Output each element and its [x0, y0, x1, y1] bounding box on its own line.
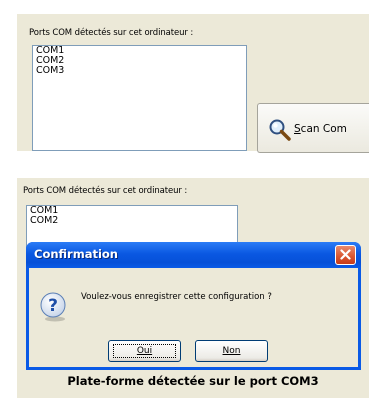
scan-com-label: Scan Com	[294, 123, 347, 135]
dialog-message: Voulez-vous enregistrer cette configurat…	[81, 292, 272, 302]
ports-label: Ports COM détectés sur cet ordinateur :	[29, 28, 194, 38]
dialog-titlebar[interactable]: Confirmation	[26, 242, 361, 268]
top-panel: Ports COM détectés sur cet ordinateur : …	[17, 14, 369, 153]
scan-com-button[interactable]: Scan Com	[257, 103, 369, 153]
platform-status-text: Plate-forme détectée sur le port COM3	[67, 374, 319, 388]
ports-listbox[interactable]: COM1 COM2 COM3	[32, 45, 247, 151]
focus-rect	[113, 344, 176, 358]
close-button[interactable]	[335, 245, 356, 265]
question-icon: ?	[40, 292, 66, 322]
list-item[interactable]: COM1	[27, 206, 237, 216]
dialog-body: ? Voulez-vous enregistrer cette configur…	[29, 268, 358, 367]
dialog-title: Confirmation	[34, 247, 118, 261]
close-icon	[340, 249, 351, 260]
list-item[interactable]: COM2	[27, 216, 237, 226]
confirmation-dialog: Confirmation ? Voulez-vous enregistrer c…	[26, 242, 361, 370]
list-item[interactable]: COM1	[33, 46, 246, 56]
magnifier-icon	[269, 119, 291, 141]
ports-label: Ports COM détectés sur cet ordinateur :	[23, 186, 188, 196]
yes-button[interactable]: Oui	[108, 340, 181, 362]
no-label: Non	[222, 346, 241, 356]
no-button[interactable]: Non	[195, 340, 268, 362]
svg-text:?: ?	[48, 296, 58, 316]
list-item[interactable]: COM3	[33, 66, 246, 76]
list-item[interactable]: COM2	[33, 56, 246, 66]
